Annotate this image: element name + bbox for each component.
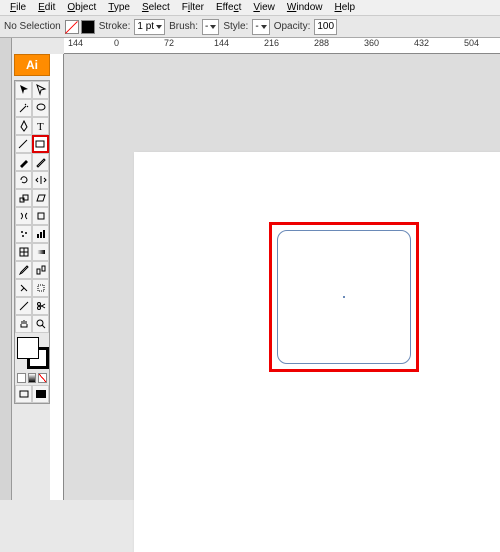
stroke-swatch-icon[interactable] — [81, 20, 95, 34]
line-tool[interactable] — [15, 135, 32, 153]
opacity-input[interactable]: 100 — [314, 19, 337, 35]
ruler-tick: 504 — [464, 38, 479, 48]
ruler-vertical[interactable] — [50, 54, 64, 500]
menu-file[interactable]: FFileile — [4, 2, 32, 13]
ruler-tick: 288 — [314, 38, 329, 48]
color-mode-icon[interactable] — [17, 373, 26, 383]
fill-stroke-swatches[interactable] — [65, 20, 95, 34]
stroke-weight-select[interactable]: 1 pt — [134, 19, 165, 35]
reflect-tool[interactable] — [32, 171, 49, 189]
color-mode-buttons — [15, 371, 49, 385]
blend-tool[interactable] — [32, 261, 49, 279]
ruler-horizontal[interactable]: 144 0 72 144 216 288 360 432 504 — [64, 38, 500, 54]
free-transform-tool[interactable] — [32, 207, 49, 225]
chevron-down-icon — [210, 25, 216, 29]
pencil-tool[interactable] — [32, 153, 49, 171]
brush-select[interactable]: - — [202, 19, 219, 35]
shear-tool[interactable] — [32, 189, 49, 207]
rotate-tool[interactable] — [15, 171, 32, 189]
live-paint-tool[interactable] — [15, 279, 32, 297]
canvas-area[interactable] — [64, 54, 500, 500]
hand-tool[interactable] — [15, 315, 32, 333]
shape-center-point — [343, 296, 345, 298]
menu-edit[interactable]: Edit — [32, 2, 61, 13]
ruler-tick: 144 — [214, 38, 229, 48]
slice-tool[interactable] — [15, 297, 32, 315]
style-select[interactable]: - — [252, 19, 269, 35]
warp-tool[interactable] — [15, 207, 32, 225]
menu-help[interactable]: Help — [329, 2, 362, 13]
zoom-tool[interactable] — [32, 315, 49, 333]
ruler-tick: 144 — [68, 38, 83, 48]
lasso-tool[interactable] — [32, 99, 49, 117]
style-label: Style: — [223, 21, 248, 32]
menu-type[interactable]: Type — [102, 2, 136, 13]
live-paint-selection-tool[interactable] — [32, 279, 49, 297]
rectangle-tool[interactable] — [32, 135, 49, 153]
eyedropper-tool[interactable] — [15, 261, 32, 279]
fill-stroke-control[interactable] — [15, 335, 51, 371]
none-mode-icon[interactable] — [38, 373, 47, 383]
ruler-tick: 72 — [164, 38, 174, 48]
magic-wand-tool[interactable] — [15, 99, 32, 117]
ruler-tick: 216 — [264, 38, 279, 48]
gradient-tool[interactable] — [32, 243, 49, 261]
chevron-down-icon — [261, 25, 267, 29]
menu-effect[interactable]: Effect — [210, 2, 247, 13]
menu-view[interactable]: View — [247, 2, 281, 13]
type-tool[interactable]: T — [32, 117, 49, 135]
ruler-tick: 432 — [414, 38, 429, 48]
gradient-mode-icon[interactable] — [28, 373, 37, 383]
menubar: FFileile Edit Object Type Select Filter … — [0, 0, 500, 16]
pen-tool[interactable] — [15, 117, 32, 135]
screen-mode-normal[interactable] — [15, 385, 32, 403]
app-badge: Ai — [14, 54, 50, 76]
menu-window[interactable]: Window — [281, 2, 329, 13]
direct-selection-tool[interactable] — [32, 81, 49, 99]
menu-filter[interactable]: Filter — [176, 2, 210, 13]
scale-tool[interactable] — [15, 189, 32, 207]
options-bar: No Selection Stroke: 1 pt Brush: - Style… — [0, 16, 500, 38]
selection-status: No Selection — [4, 21, 61, 32]
svg-text:T: T — [37, 121, 44, 132]
symbol-sprayer-tool[interactable] — [15, 225, 32, 243]
brush-label: Brush: — [169, 21, 198, 32]
ruler-tick: 360 — [364, 38, 379, 48]
stroke-label: Stroke: — [99, 21, 131, 32]
paintbrush-tool[interactable] — [15, 153, 32, 171]
toolbox: T — [14, 80, 50, 404]
graph-tool[interactable] — [32, 225, 49, 243]
panel-dock-strip[interactable] — [0, 38, 12, 500]
screen-mode-full[interactable] — [32, 385, 49, 403]
fill-swatch-icon[interactable] — [65, 20, 79, 34]
fill-swatch-large[interactable] — [17, 337, 39, 359]
chevron-down-icon — [156, 25, 162, 29]
mesh-tool[interactable] — [15, 243, 32, 261]
opacity-label: Opacity: — [274, 21, 311, 32]
menu-select[interactable]: Select — [136, 2, 176, 13]
menu-object[interactable]: Object — [61, 2, 102, 13]
selection-tool[interactable] — [15, 81, 32, 99]
ruler-tick: 0 — [114, 38, 119, 48]
scissors-tool[interactable] — [32, 297, 49, 315]
